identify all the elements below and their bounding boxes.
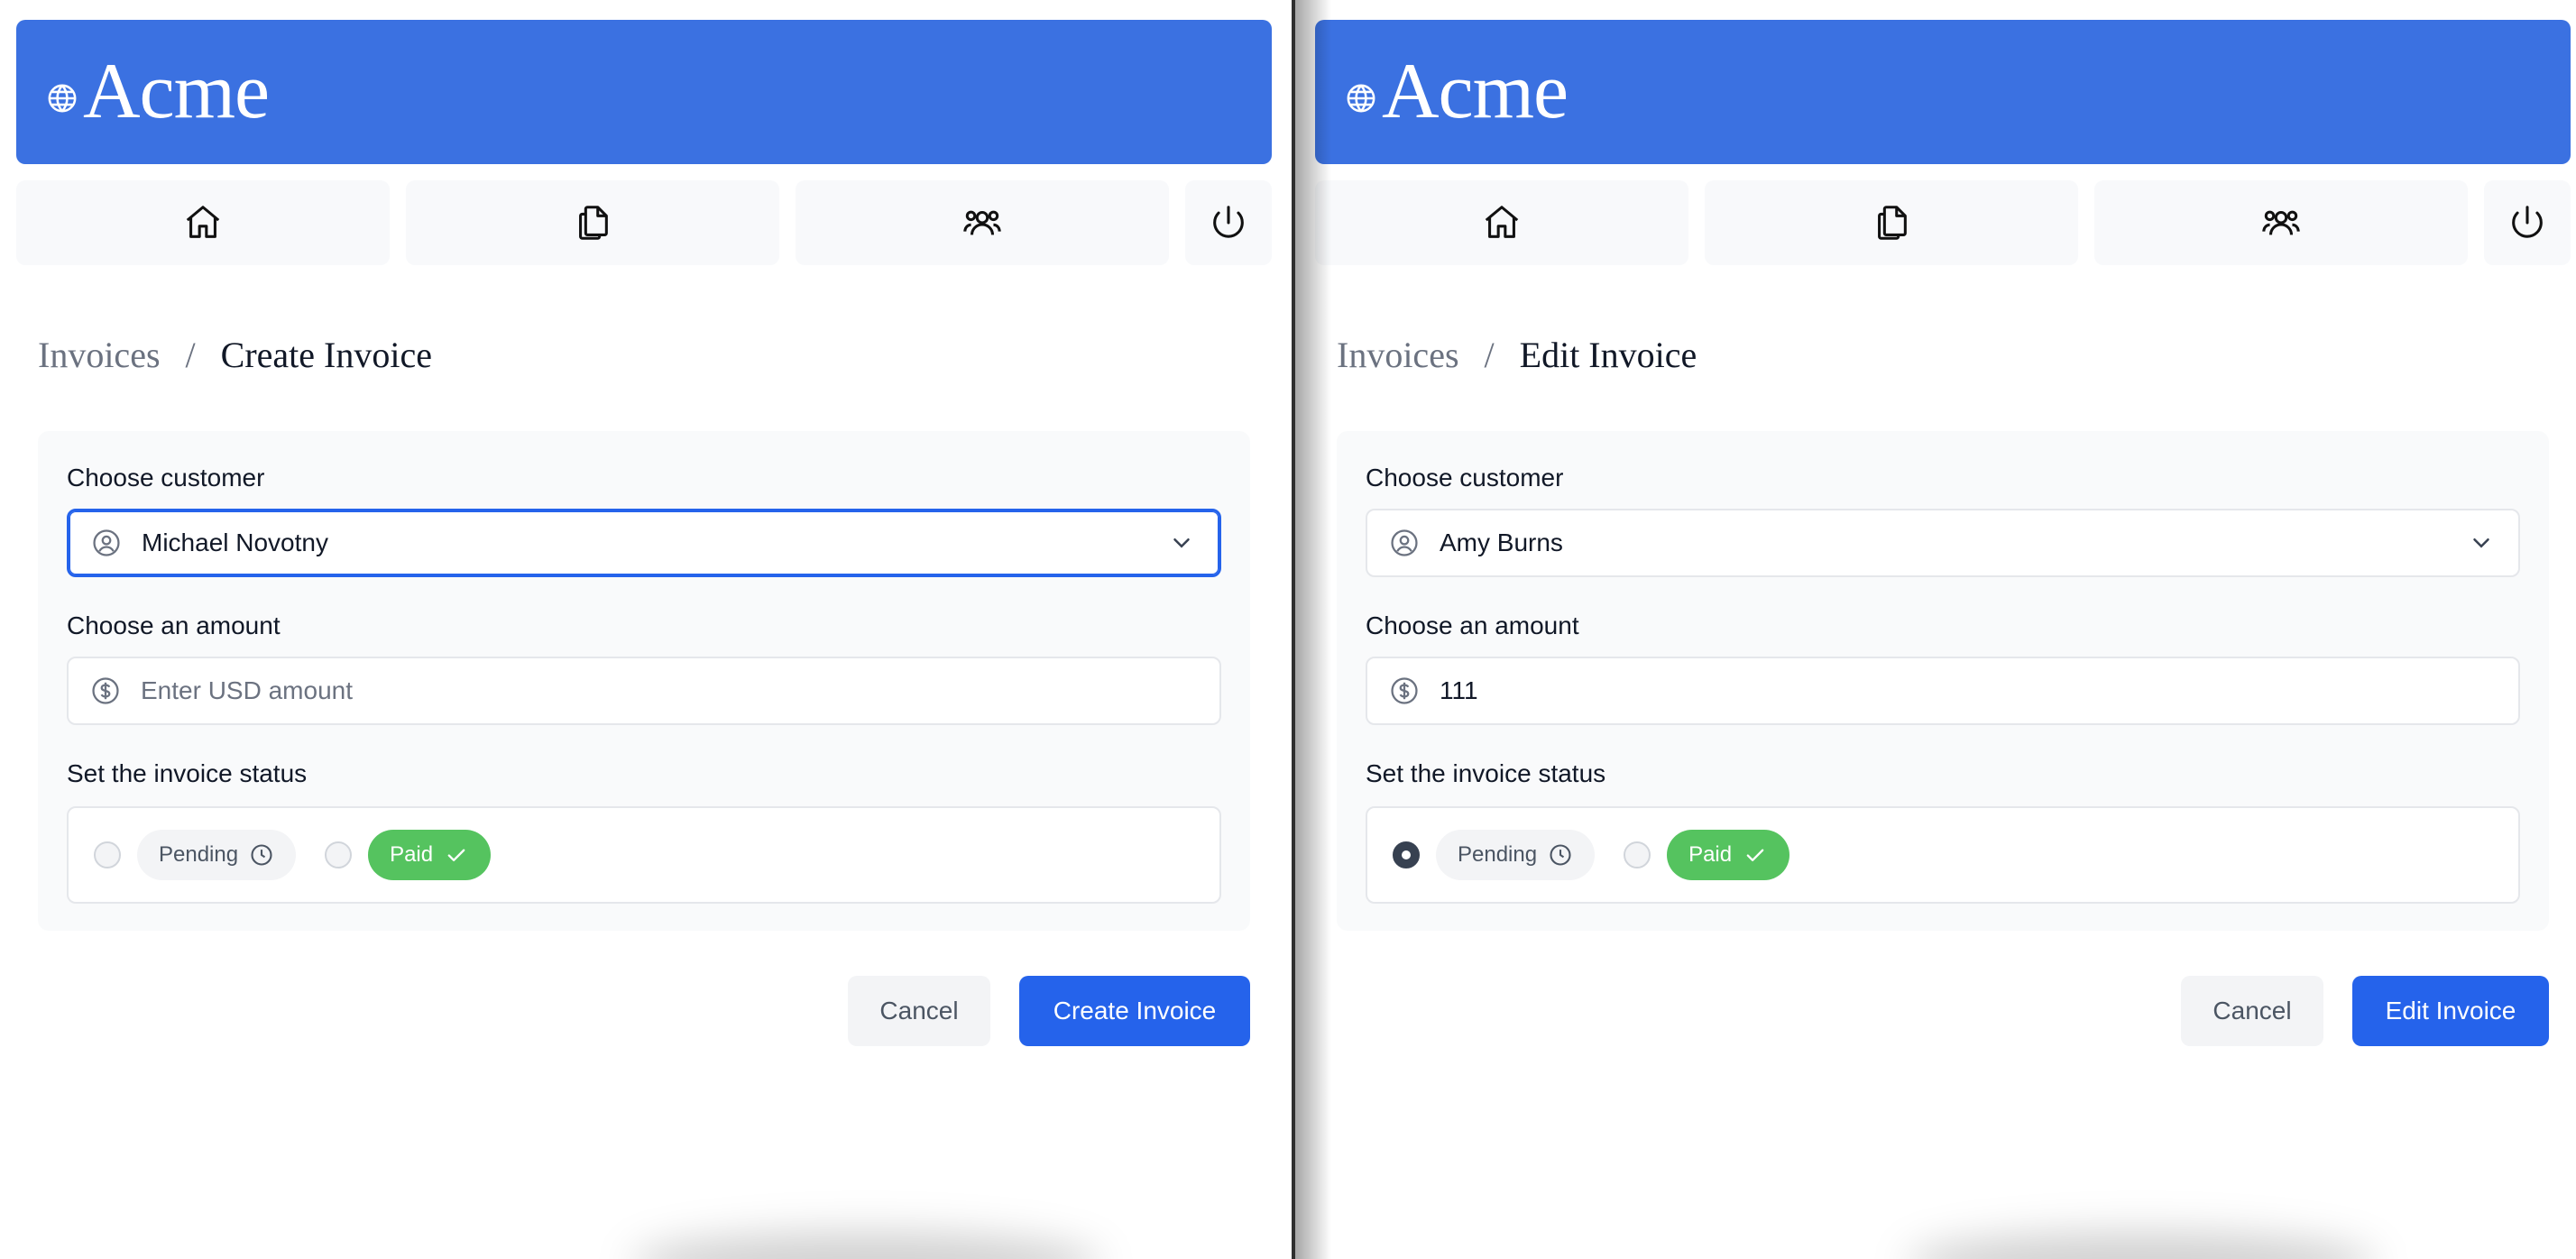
brand-name: Acme xyxy=(83,48,270,135)
dollar-circle-icon xyxy=(92,677,119,704)
customer-select-value: Amy Burns xyxy=(1440,528,1563,556)
home-icon xyxy=(1485,206,1519,238)
breadcrumb-current: Edit Invoice xyxy=(1519,335,1697,375)
check-icon xyxy=(447,849,465,861)
pending-radio[interactable] xyxy=(1393,841,1420,868)
customer-select[interactable]: Michael Novotny xyxy=(67,509,1221,577)
cancel-button[interactable]: Cancel xyxy=(2181,976,2323,1046)
globe-icon xyxy=(48,84,77,113)
nav-home[interactable] xyxy=(16,180,390,265)
breadcrumb-current: Create Invoice xyxy=(220,335,432,375)
clock-icon xyxy=(1550,844,1571,866)
brand-header[interactable]: Acme xyxy=(16,20,1272,164)
pending-label: Pending xyxy=(1458,842,1538,867)
nav-customers[interactable] xyxy=(796,180,1169,265)
brand-header[interactable]: Acme xyxy=(1315,20,2571,164)
paid-label: Paid xyxy=(1688,842,1733,867)
documents-icon xyxy=(1878,206,1907,240)
users-icon xyxy=(963,210,1001,235)
users-icon xyxy=(2262,210,2300,235)
status-fieldset: Pending Paid xyxy=(67,806,1221,904)
paid-radio[interactable] xyxy=(325,841,353,868)
nav-home[interactable] xyxy=(1315,180,1688,265)
user-circle-icon xyxy=(1391,529,1418,556)
edit-invoice-button[interactable]: Edit Invoice xyxy=(2352,976,2549,1046)
user-circle-icon xyxy=(93,529,120,556)
customer-select-value: Michael Novotny xyxy=(142,528,328,556)
pending-badge[interactable]: Pending xyxy=(1436,830,1596,880)
amount-input[interactable] xyxy=(1440,676,2518,705)
window-shadow xyxy=(631,1232,1100,1259)
status-label: Set the invoice status xyxy=(1366,759,1606,787)
edit-invoice-window: Acme Invoices / Edit Invoice Choose cust… xyxy=(1293,0,2576,1259)
pending-radio[interactable] xyxy=(94,841,121,868)
chevron-down-icon xyxy=(1173,538,1190,548)
sign-out-button[interactable] xyxy=(2484,180,2571,265)
check-icon xyxy=(1746,849,1764,861)
invoice-form: Choose customer Michael Novotny Choose a… xyxy=(38,431,1250,931)
documents-icon xyxy=(579,206,608,240)
amount-input[interactable] xyxy=(141,676,1219,705)
paid-radio[interactable] xyxy=(1624,841,1651,868)
power-icon xyxy=(1213,206,1244,238)
nav-customers[interactable] xyxy=(2094,180,2468,265)
breadcrumb-invoices-link[interactable]: Invoices xyxy=(1337,334,1459,376)
chevron-down-icon xyxy=(2473,538,2489,548)
customer-select[interactable]: Amy Burns xyxy=(1366,509,2520,577)
paid-badge[interactable]: Paid xyxy=(368,830,492,880)
status-label: Set the invoice status xyxy=(67,759,308,787)
clock-icon xyxy=(251,844,272,866)
window-divider xyxy=(1292,0,1295,1259)
invoice-form: Choose customer Amy Burns Choose an amou… xyxy=(1337,431,2549,931)
nav-invoices[interactable] xyxy=(1705,180,2078,265)
nav-invoices[interactable] xyxy=(406,180,779,265)
brand-name: Acme xyxy=(1382,48,1569,135)
window-shadow xyxy=(1907,1232,2376,1259)
amount-field xyxy=(1366,657,2520,725)
dollar-circle-icon xyxy=(1391,677,1418,704)
breadcrumb-separator: / xyxy=(1484,335,1495,375)
amount-label: Choose an amount xyxy=(67,611,281,639)
power-icon xyxy=(2512,206,2543,238)
pending-badge[interactable]: Pending xyxy=(137,830,297,880)
paid-badge[interactable]: Paid xyxy=(1667,830,1790,880)
paid-label: Paid xyxy=(390,842,434,867)
breadcrumb-invoices-link[interactable]: Invoices xyxy=(38,334,161,376)
create-invoice-button[interactable]: Create Invoice xyxy=(1019,976,1250,1046)
create-invoice-window: Acme Invoices / Create Invoice Choose cu… xyxy=(0,0,1293,1259)
customer-label: Choose customer xyxy=(1366,464,1564,492)
customer-label: Choose customer xyxy=(67,464,265,492)
window-edge-shadow xyxy=(1295,0,1331,1259)
status-fieldset: Pending Paid xyxy=(1366,806,2520,904)
home-icon xyxy=(186,206,220,238)
amount-field xyxy=(67,657,1221,725)
side-nav xyxy=(1315,180,2571,265)
side-nav xyxy=(16,180,1272,265)
sign-out-button[interactable] xyxy=(1185,180,1272,265)
globe-icon xyxy=(1347,84,1375,113)
pending-label: Pending xyxy=(159,842,239,867)
cancel-button[interactable]: Cancel xyxy=(848,976,990,1046)
breadcrumb: Invoices / Create Invoice xyxy=(38,334,432,376)
breadcrumb-separator: / xyxy=(185,335,196,375)
breadcrumb: Invoices / Edit Invoice xyxy=(1337,334,1697,376)
amount-label: Choose an amount xyxy=(1366,611,1579,639)
